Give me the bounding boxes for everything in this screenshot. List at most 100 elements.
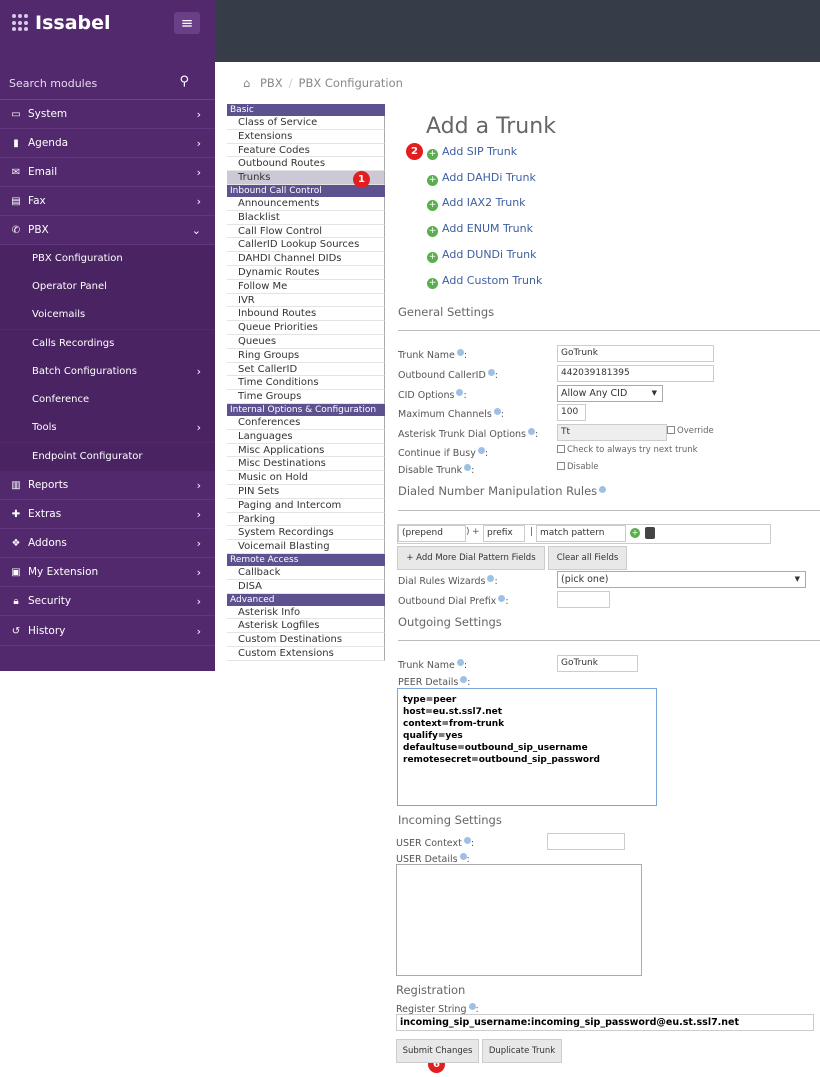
- sidebar-item-reports[interactable]: ▥ Reports ›: [0, 471, 215, 500]
- module-time-groups[interactable]: Time Groups: [227, 390, 385, 404]
- module-callback[interactable]: Callback: [227, 565, 385, 580]
- user-details-textarea[interactable]: [396, 864, 642, 976]
- sidebar-subitem-tools[interactable]: Tools ›: [0, 414, 215, 442]
- sidebar-subitem-calls-recordings[interactable]: Calls Recordings: [0, 330, 215, 358]
- module-follow-me[interactable]: Follow Me: [227, 279, 385, 294]
- module-custom-destinations[interactable]: Custom Destinations: [227, 633, 385, 647]
- continue-busy-checkbox[interactable]: Check to always try next trunk: [557, 445, 698, 455]
- add-more-dial-pattern-button[interactable]: + Add More Dial Pattern Fields: [397, 546, 545, 570]
- help-icon[interactable]: [463, 837, 471, 844]
- sidebar-item-fax[interactable]: ▤ Fax ›: [0, 187, 215, 216]
- register-string-input[interactable]: incoming_sip_username:incoming_sip_passw…: [396, 1014, 814, 1031]
- user-context-input[interactable]: [547, 833, 625, 850]
- module-pin-sets[interactable]: PIN Sets: [227, 484, 385, 499]
- home-icon[interactable]: ⌂: [243, 76, 250, 90]
- sidebar-subitem-endpoint-configurator[interactable]: Endpoint Configurator: [0, 443, 215, 471]
- add-sip-trunk-link[interactable]: + Add SIP Trunk: [427, 145, 517, 160]
- sidebar-item-security[interactable]: 🔒︎ Security ›: [0, 587, 215, 616]
- override-checkbox[interactable]: Override: [667, 426, 714, 436]
- help-icon[interactable]: [498, 595, 506, 602]
- help-icon[interactable]: [460, 676, 468, 683]
- trash-icon[interactable]: [645, 527, 655, 539]
- help-icon[interactable]: [464, 464, 472, 471]
- submit-changes-button[interactable]: Submit Changes: [396, 1039, 479, 1063]
- help-icon[interactable]: [456, 659, 464, 666]
- module-system-recordings[interactable]: System Recordings: [227, 526, 385, 541]
- sidebar-item-pbx[interactable]: ✆ PBX ⌄: [0, 216, 215, 245]
- add-pattern-icon[interactable]: +: [630, 528, 640, 538]
- checkbox-box[interactable]: [557, 445, 565, 453]
- cid-options-select[interactable]: Allow Any CID ▼: [557, 385, 663, 402]
- module-voicemail-blasting[interactable]: Voicemail Blasting: [227, 540, 385, 554]
- peer-details-textarea[interactable]: type=peer host=eu.st.ssl7.net context=fr…: [397, 688, 657, 806]
- search-modules-input[interactable]: Search modules ⚲: [0, 64, 215, 100]
- add-dundi-trunk-link[interactable]: + Add DUNDi Trunk: [427, 248, 537, 263]
- help-icon[interactable]: [459, 853, 467, 860]
- module-callerid-lookup[interactable]: CallerID Lookup Sources: [227, 238, 385, 253]
- help-icon[interactable]: [468, 1003, 476, 1010]
- module-call-flow-control[interactable]: Call Flow Control: [227, 224, 385, 239]
- module-set-callerid[interactable]: Set CallerID: [227, 362, 385, 377]
- sidebar-subitem-pbx-configuration[interactable]: PBX Configuration: [0, 245, 215, 273]
- duplicate-trunk-button[interactable]: Duplicate Trunk: [482, 1039, 562, 1063]
- sidebar-item-history[interactable]: ↺ History ›: [0, 617, 215, 646]
- module-asterisk-info[interactable]: Asterisk Info: [227, 605, 385, 620]
- prepend-input[interactable]: (prepend: [398, 525, 466, 542]
- help-icon[interactable]: [456, 349, 464, 356]
- module-asterisk-logfiles[interactable]: Asterisk Logfiles: [227, 619, 385, 634]
- sidebar-subitem-operator-panel[interactable]: Operator Panel: [0, 273, 215, 301]
- help-icon[interactable]: [493, 408, 501, 415]
- module-dahdi-dids[interactable]: DAHDI Channel DIDs: [227, 252, 385, 266]
- sidebar-item-system[interactable]: ▭ System ›: [0, 100, 215, 129]
- outbound-callerid-input[interactable]: 442039181395: [557, 365, 714, 382]
- module-dynamic-routes[interactable]: Dynamic Routes: [227, 265, 385, 280]
- module-misc-applications[interactable]: Misc Applications: [227, 443, 385, 458]
- module-inbound-routes[interactable]: Inbound Routes: [227, 307, 385, 322]
- add-enum-trunk-link[interactable]: + Add ENUM Trunk: [427, 222, 533, 237]
- module-languages[interactable]: Languages: [227, 429, 385, 444]
- app-logo[interactable]: Issabel: [12, 12, 111, 34]
- module-class-of-service[interactable]: Class of Service: [227, 116, 385, 130]
- help-icon[interactable]: [456, 389, 464, 396]
- module-blacklist[interactable]: Blacklist: [227, 210, 385, 225]
- sidebar-item-my-extension[interactable]: ▣ My Extension ›: [0, 558, 215, 587]
- module-ivr[interactable]: IVR: [227, 293, 385, 308]
- match-pattern-input[interactable]: match pattern: [536, 525, 626, 542]
- module-queues[interactable]: Queues: [227, 334, 385, 349]
- add-custom-trunk-link[interactable]: + Add Custom Trunk: [427, 274, 542, 289]
- module-disa[interactable]: DISA: [227, 579, 385, 594]
- sidebar-item-addons[interactable]: ❖ Addons ›: [0, 529, 215, 558]
- sidebar-item-agenda[interactable]: ▮ Agenda ›: [0, 129, 215, 158]
- dial-options-input[interactable]: Tt: [557, 424, 667, 441]
- module-time-conditions[interactable]: Time Conditions: [227, 376, 385, 391]
- module-queue-priorities[interactable]: Queue Priorities: [227, 321, 385, 335]
- help-icon[interactable]: [487, 575, 495, 582]
- sidebar-subitem-batch-configurations[interactable]: Batch Configurations ›: [0, 358, 215, 386]
- module-announcements[interactable]: Announcements: [227, 196, 385, 211]
- checkbox-box[interactable]: [667, 426, 675, 434]
- checkbox-box[interactable]: [557, 462, 565, 470]
- sidebar-subitem-conference[interactable]: Conference: [0, 386, 215, 414]
- module-parking[interactable]: Parking: [227, 512, 385, 527]
- module-extensions[interactable]: Extensions: [227, 129, 385, 144]
- help-icon[interactable]: [528, 428, 535, 435]
- module-custom-extensions[interactable]: Custom Extensions: [227, 646, 385, 661]
- module-paging-intercom[interactable]: Paging and Intercom: [227, 498, 385, 513]
- module-ring-groups[interactable]: Ring Groups: [227, 348, 385, 363]
- dial-wizards-select[interactable]: (pick one) ▼: [557, 571, 806, 588]
- help-icon[interactable]: [487, 369, 495, 376]
- help-icon[interactable]: [477, 447, 485, 454]
- hamburger-menu-icon[interactable]: ≡: [174, 12, 200, 34]
- module-music-on-hold[interactable]: Music on Hold: [227, 471, 385, 485]
- sidebar-subitem-voicemails[interactable]: Voicemails: [0, 301, 215, 329]
- prefix-input[interactable]: prefix: [483, 525, 525, 542]
- module-misc-destinations[interactable]: Misc Destinations: [227, 457, 385, 472]
- sidebar-item-extras[interactable]: ✚ Extras ›: [0, 500, 215, 529]
- clear-all-fields-button[interactable]: Clear all Fields: [548, 546, 627, 570]
- help-icon[interactable]: [599, 486, 607, 493]
- module-outbound-routes[interactable]: Outbound Routes: [227, 157, 385, 172]
- sidebar-item-email[interactable]: ✉ Email ›: [0, 158, 215, 187]
- add-dahdi-trunk-link[interactable]: + Add DAHDi Trunk: [427, 171, 536, 186]
- add-iax2-trunk-link[interactable]: + Add IAX2 Trunk: [427, 196, 526, 211]
- trunk-name-input[interactable]: GoTrunk: [557, 345, 714, 362]
